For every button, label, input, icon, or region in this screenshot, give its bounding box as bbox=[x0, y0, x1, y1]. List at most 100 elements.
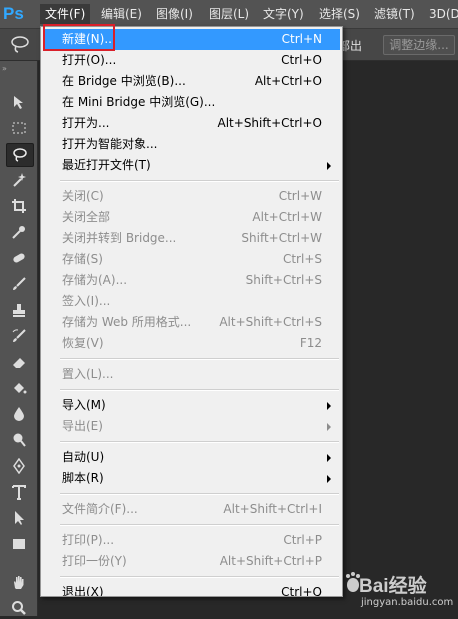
submenu-arrow-icon bbox=[327, 454, 331, 462]
menu-item-label: 退出(X) bbox=[62, 585, 104, 597]
menu-item-label: 打印一份(Y) bbox=[62, 554, 127, 568]
menu-item[interactable]: 在 Bridge 中浏览(B)... Alt+Ctrl+O bbox=[43, 71, 340, 92]
menu-item-shortcut: Alt+Shift+Ctrl+O bbox=[217, 116, 322, 130]
menu-item: 导出(E) bbox=[43, 416, 340, 437]
move-tool-icon[interactable] bbox=[6, 91, 32, 113]
menu-item: 置入(L)... bbox=[43, 364, 340, 385]
menu-item-label: 打开为... bbox=[62, 116, 110, 130]
menu-item: 关闭全部 Alt+Ctrl+W bbox=[43, 207, 340, 228]
lasso-tool-icon[interactable] bbox=[6, 143, 34, 167]
type-tool-icon[interactable] bbox=[6, 481, 32, 503]
menu-edit[interactable]: 编辑(E) bbox=[96, 4, 147, 24]
menu-item[interactable]: 在 Mini Bridge 中浏览(G)... bbox=[43, 92, 340, 113]
menu-item-label: 在 Mini Bridge 中浏览(G)... bbox=[62, 95, 216, 109]
callout-highlight-box bbox=[43, 24, 115, 51]
menu-item-shortcut: Alt+Shift+Ctrl+I bbox=[223, 502, 322, 516]
brush-tool-icon[interactable] bbox=[6, 273, 32, 295]
menu-item-shortcut: Ctrl+S bbox=[282, 252, 322, 266]
blur-tool-icon[interactable] bbox=[6, 403, 32, 425]
menu-item-shortcut: Shift+Ctrl+W bbox=[241, 231, 322, 245]
menu-item: 文件简介(F)... Alt+Shift+Ctrl+I bbox=[43, 499, 340, 520]
submenu-arrow-icon bbox=[327, 162, 331, 170]
menu-item[interactable]: 退出(X) Ctrl+Q bbox=[43, 582, 340, 597]
watermark-url: jingyan.baidu.com bbox=[361, 597, 454, 608]
menu-item-shortcut: Alt+Shift+Ctrl+P bbox=[219, 554, 322, 568]
menu-item[interactable]: 最近打开文件(T) bbox=[43, 155, 340, 176]
menu-item: 恢复(V) F12 bbox=[43, 333, 340, 354]
eyedropper-tool-icon[interactable] bbox=[6, 221, 32, 243]
photoshop-logo: Ps bbox=[3, 4, 24, 23]
menu-3d[interactable]: 3D(D bbox=[424, 4, 458, 24]
menu-item-label: 关闭并转到 Bridge... bbox=[62, 231, 177, 245]
menu-item: 关闭并转到 Bridge... Shift+Ctrl+W bbox=[43, 228, 340, 249]
menu-layer[interactable]: 图层(L) bbox=[204, 4, 254, 24]
watermark-text: Bai经验 bbox=[359, 576, 427, 597]
menu-item-shortcut: Ctrl+P bbox=[283, 533, 322, 547]
rectangle-tool-icon[interactable] bbox=[6, 533, 32, 555]
menu-item-label: 置入(L)... bbox=[62, 367, 114, 381]
menu-separator bbox=[60, 180, 339, 182]
menu-item-shortcut: Ctrl+N bbox=[281, 32, 322, 46]
menu-item: 存储(S) Ctrl+S bbox=[43, 249, 340, 270]
crop-tool-icon[interactable] bbox=[6, 195, 32, 217]
menu-item-label: 打印(P)... bbox=[62, 533, 115, 547]
menu-separator bbox=[60, 389, 339, 391]
menu-item-shortcut: Shift+Ctrl+S bbox=[245, 273, 322, 287]
menu-separator bbox=[60, 493, 339, 495]
menu-item-shortcut: Ctrl+Q bbox=[281, 585, 322, 597]
lasso-preset-icon[interactable] bbox=[8, 33, 34, 55]
menu-item: 打印一份(Y) Alt+Shift+Ctrl+P bbox=[43, 551, 340, 572]
eraser-tool-icon[interactable] bbox=[6, 351, 32, 373]
menu-image[interactable]: 图像(I) bbox=[151, 4, 198, 24]
menu-item-label: 存储为(A)... bbox=[62, 273, 128, 287]
menu-item[interactable]: 打开(O)... Ctrl+O bbox=[43, 50, 340, 71]
menu-item-label: 恢复(V) bbox=[62, 336, 104, 350]
menu-item[interactable]: 脚本(R) bbox=[43, 468, 340, 489]
paint-bucket-tool-icon[interactable] bbox=[6, 377, 32, 399]
submenu-arrow-icon bbox=[327, 475, 331, 483]
clone-stamp-tool-icon[interactable] bbox=[6, 299, 32, 321]
menu-item-label: 导出(E) bbox=[62, 419, 103, 433]
history-brush-tool-icon[interactable] bbox=[6, 325, 32, 347]
menu-item[interactable]: 打开为智能对象... bbox=[43, 134, 340, 155]
menu-item: 关闭(C) Ctrl+W bbox=[43, 186, 340, 207]
menu-item-label: 打开(O)... bbox=[62, 53, 117, 67]
menu-item[interactable]: 导入(M) bbox=[43, 395, 340, 416]
menu-separator bbox=[60, 576, 339, 578]
menu-item-label: 存储为 Web 所用格式... bbox=[62, 315, 192, 329]
submenu-arrow-icon bbox=[327, 402, 331, 410]
menu-item-label: 文件简介(F)... bbox=[62, 502, 138, 516]
menu-item[interactable]: 自动(U) bbox=[43, 447, 340, 468]
menu-type[interactable]: 文字(Y) bbox=[258, 4, 309, 24]
menu-item-label: 签入(I)... bbox=[62, 294, 111, 308]
menu-item-shortcut: Ctrl+W bbox=[278, 189, 322, 203]
menu-separator bbox=[60, 524, 339, 526]
menu-item-label: 导入(M) bbox=[62, 398, 106, 412]
file-menu-dropdown: 新建(N)... Ctrl+N 打开(O)... Ctrl+O 在 Bridge 中浏览… bbox=[40, 26, 343, 597]
baidu-jingyan-watermark: Bai经验 jingyan.baidu.com bbox=[345, 568, 455, 614]
menu-separator bbox=[60, 358, 339, 360]
refine-edge-button[interactable]: 调整边缘... bbox=[383, 35, 455, 55]
hand-tool-icon[interactable] bbox=[6, 571, 32, 593]
healing-brush-tool-icon[interactable] bbox=[6, 247, 32, 269]
menu-item[interactable]: 打开为... Alt+Shift+Ctrl+O bbox=[43, 113, 340, 134]
menu-item-label: 自动(U) bbox=[62, 450, 105, 464]
menu-separator bbox=[60, 441, 339, 443]
menu-file[interactable]: 文件(F) bbox=[40, 4, 91, 24]
menu-item: 存储为(A)... Shift+Ctrl+S bbox=[43, 270, 340, 291]
menu-item-label: 脚本(R) bbox=[62, 471, 104, 485]
toolbox-collapse-icon[interactable]: » bbox=[2, 64, 8, 73]
menu-item: 打印(P)... Ctrl+P bbox=[43, 530, 340, 551]
menu-item-label: 关闭(C) bbox=[62, 189, 104, 203]
path-selection-tool-icon[interactable] bbox=[6, 507, 32, 529]
marquee-tool-icon[interactable] bbox=[6, 117, 32, 139]
menu-item-label: 关闭全部 bbox=[62, 210, 111, 224]
dodge-tool-icon[interactable] bbox=[6, 429, 32, 451]
submenu-arrow-icon bbox=[327, 423, 331, 431]
magic-wand-tool-icon[interactable] bbox=[6, 169, 32, 191]
menu-select[interactable]: 选择(S) bbox=[314, 4, 365, 24]
pen-tool-icon[interactable] bbox=[6, 455, 32, 477]
menu-item-shortcut: Ctrl+O bbox=[281, 53, 322, 67]
menu-item-shortcut: Alt+Ctrl+W bbox=[252, 210, 322, 224]
menu-filter[interactable]: 滤镜(T) bbox=[369, 4, 420, 24]
